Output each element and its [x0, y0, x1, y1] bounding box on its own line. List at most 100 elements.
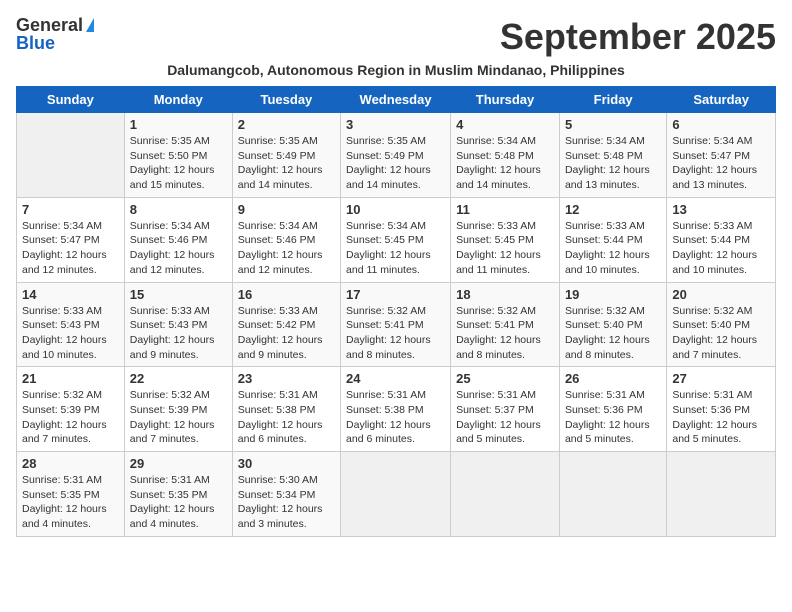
cell-content: Sunrise: 5:33 AM Sunset: 5:45 PM Dayligh… [456, 219, 554, 278]
cell-content: Sunrise: 5:34 AM Sunset: 5:46 PM Dayligh… [238, 219, 335, 278]
days-header-row: SundayMondayTuesdayWednesdayThursdayFrid… [17, 87, 776, 113]
calendar-table: SundayMondayTuesdayWednesdayThursdayFrid… [16, 86, 776, 537]
day-number: 21 [22, 371, 119, 386]
day-number: 29 [130, 456, 227, 471]
day-number: 17 [346, 287, 445, 302]
logo-triangle-icon [86, 18, 94, 32]
calendar-cell: 26Sunrise: 5:31 AM Sunset: 5:36 PM Dayli… [559, 367, 666, 452]
day-number: 30 [238, 456, 335, 471]
day-number: 1 [130, 117, 227, 132]
calendar-cell: 17 Sunrise: 5:32 AM Sunset: 5:41 PM Dayli… [341, 282, 451, 367]
calendar-cell: 16 Sunrise: 5:33 AM Sunset: 5:42 PM Dayli… [232, 282, 340, 367]
calendar-week-row: 1 Sunrise: 5:35 AM Sunset: 5:50 PM Daylig… [17, 113, 776, 198]
day-number: 18 [456, 287, 554, 302]
cell-content: Sunrise: 5:33 AM Sunset: 5:44 PM Dayligh… [672, 219, 770, 278]
day-number: 11 [456, 202, 554, 217]
day-number: 8 [130, 202, 227, 217]
cell-content: Sunrise: 5:33 AM Sunset: 5:43 PM Dayligh… [22, 304, 119, 363]
calendar-cell: 5Sunrise: 5:34 AM Sunset: 5:48 PM Daylig… [559, 113, 666, 198]
calendar-cell: 6 Sunrise: 5:34 AM Sunset: 5:47 PM Daylig… [667, 113, 776, 198]
calendar-cell: 20Sunrise: 5:32 AM Sunset: 5:40 PM Dayli… [667, 282, 776, 367]
day-number: 9 [238, 202, 335, 217]
cell-content: Sunrise: 5:34 AM Sunset: 5:47 PM Dayligh… [672, 134, 770, 193]
calendar-cell [667, 452, 776, 537]
day-header-sunday: Sunday [17, 87, 125, 113]
day-header-saturday: Saturday [667, 87, 776, 113]
calendar-subtitle: Dalumangcob, Autonomous Region in Muslim… [16, 62, 776, 78]
calendar-cell: 8 Sunrise: 5:34 AM Sunset: 5:46 PM Daylig… [124, 197, 232, 282]
calendar-cell: 30Sunrise: 5:30 AM Sunset: 5:34 PM Dayli… [232, 452, 340, 537]
calendar-cell: 25 Sunrise: 5:31 AM Sunset: 5:37 PM Dayli… [451, 367, 560, 452]
calendar-week-row: 21 Sunrise: 5:32 AM Sunset: 5:39 PM Dayli… [17, 367, 776, 452]
cell-content: Sunrise: 5:34 AM Sunset: 5:48 PM Dayligh… [565, 134, 661, 193]
day-number: 7 [22, 202, 119, 217]
calendar-cell: 21Sunrise: 5:32 AM Sunset: 5:39 PM Dayli… [17, 367, 125, 452]
calendar-week-row: 7 Sunrise: 5:34 AM Sunset: 5:47 PM Daylig… [17, 197, 776, 282]
calendar-cell: 19 Sunrise: 5:32 AM Sunset: 5:40 PM Dayli… [559, 282, 666, 367]
calendar-cell: 7 Sunrise: 5:34 AM Sunset: 5:47 PM Daylig… [17, 197, 125, 282]
calendar-cell: 2 Sunrise: 5:35 AM Sunset: 5:49 PM Daylig… [232, 113, 340, 198]
calendar-header: SundayMondayTuesdayWednesdayThursdayFrid… [17, 87, 776, 113]
calendar-week-row: 14Sunrise: 5:33 AM Sunset: 5:43 PM Dayli… [17, 282, 776, 367]
cell-content: Sunrise: 5:34 AM Sunset: 5:45 PM Dayligh… [346, 219, 445, 278]
calendar-cell [451, 452, 560, 537]
cell-content: Sunrise: 5:33 AM Sunset: 5:42 PM Dayligh… [238, 304, 335, 363]
day-number: 16 [238, 287, 335, 302]
logo-blue-text: Blue [16, 34, 55, 52]
calendar-cell: 28 Sunrise: 5:31 AM Sunset: 5:35 PM Dayli… [17, 452, 125, 537]
calendar-cell: 27Sunrise: 5:31 AM Sunset: 5:36 PM Dayli… [667, 367, 776, 452]
day-header-monday: Monday [124, 87, 232, 113]
calendar-cell: 18 Sunrise: 5:32 AM Sunset: 5:41 PM Dayli… [451, 282, 560, 367]
day-number: 3 [346, 117, 445, 132]
calendar-cell: 15 Sunrise: 5:33 AM Sunset: 5:43 PM Dayli… [124, 282, 232, 367]
calendar-week-row: 28 Sunrise: 5:31 AM Sunset: 5:35 PM Dayli… [17, 452, 776, 537]
day-number: 15 [130, 287, 227, 302]
day-number: 28 [22, 456, 119, 471]
cell-content: Sunrise: 5:31 AM Sunset: 5:38 PM Dayligh… [238, 388, 335, 447]
calendar-cell: 10 Sunrise: 5:34 AM Sunset: 5:45 PM Dayli… [341, 197, 451, 282]
cell-content: Sunrise: 5:34 AM Sunset: 5:48 PM Dayligh… [456, 134, 554, 193]
cell-content: Sunrise: 5:35 AM Sunset: 5:49 PM Dayligh… [238, 134, 335, 193]
cell-content: Sunrise: 5:32 AM Sunset: 5:40 PM Dayligh… [565, 304, 661, 363]
page-header: General Blue September 2025 [16, 16, 776, 58]
calendar-cell [17, 113, 125, 198]
day-number: 6 [672, 117, 770, 132]
calendar-cell: 3 Sunrise: 5:35 AM Sunset: 5:49 PM Daylig… [341, 113, 451, 198]
cell-content: Sunrise: 5:31 AM Sunset: 5:35 PM Dayligh… [22, 473, 119, 532]
calendar-cell: 23Sunrise: 5:31 AM Sunset: 5:38 PM Dayli… [232, 367, 340, 452]
logo: General Blue [16, 16, 94, 52]
cell-content: Sunrise: 5:35 AM Sunset: 5:49 PM Dayligh… [346, 134, 445, 193]
day-number: 10 [346, 202, 445, 217]
day-number: 24 [346, 371, 445, 386]
cell-content: Sunrise: 5:32 AM Sunset: 5:41 PM Dayligh… [456, 304, 554, 363]
calendar-cell: 12 Sunrise: 5:33 AM Sunset: 5:44 PM Dayli… [559, 197, 666, 282]
logo-general-text: General [16, 16, 83, 34]
cell-content: Sunrise: 5:33 AM Sunset: 5:44 PM Dayligh… [565, 219, 661, 278]
day-number: 2 [238, 117, 335, 132]
cell-content: Sunrise: 5:32 AM Sunset: 5:41 PM Dayligh… [346, 304, 445, 363]
calendar-cell: 13Sunrise: 5:33 AM Sunset: 5:44 PM Dayli… [667, 197, 776, 282]
cell-content: Sunrise: 5:34 AM Sunset: 5:47 PM Dayligh… [22, 219, 119, 278]
calendar-cell [341, 452, 451, 537]
day-number: 20 [672, 287, 770, 302]
cell-content: Sunrise: 5:32 AM Sunset: 5:39 PM Dayligh… [130, 388, 227, 447]
day-number: 12 [565, 202, 661, 217]
calendar-cell: 1 Sunrise: 5:35 AM Sunset: 5:50 PM Daylig… [124, 113, 232, 198]
day-number: 4 [456, 117, 554, 132]
cell-content: Sunrise: 5:31 AM Sunset: 5:36 PM Dayligh… [672, 388, 770, 447]
calendar-cell: 22Sunrise: 5:32 AM Sunset: 5:39 PM Dayli… [124, 367, 232, 452]
day-number: 25 [456, 371, 554, 386]
cell-content: Sunrise: 5:31 AM Sunset: 5:37 PM Dayligh… [456, 388, 554, 447]
day-header-tuesday: Tuesday [232, 87, 340, 113]
day-header-friday: Friday [559, 87, 666, 113]
month-title: September 2025 [500, 16, 776, 58]
cell-content: Sunrise: 5:34 AM Sunset: 5:46 PM Dayligh… [130, 219, 227, 278]
cell-content: Sunrise: 5:35 AM Sunset: 5:50 PM Dayligh… [130, 134, 227, 193]
cell-content: Sunrise: 5:31 AM Sunset: 5:38 PM Dayligh… [346, 388, 445, 447]
day-number: 19 [565, 287, 661, 302]
cell-content: Sunrise: 5:33 AM Sunset: 5:43 PM Dayligh… [130, 304, 227, 363]
day-number: 26 [565, 371, 661, 386]
calendar-cell: 29Sunrise: 5:31 AM Sunset: 5:35 PM Dayli… [124, 452, 232, 537]
calendar-cell: 24 Sunrise: 5:31 AM Sunset: 5:38 PM Dayli… [341, 367, 451, 452]
day-header-thursday: Thursday [451, 87, 560, 113]
